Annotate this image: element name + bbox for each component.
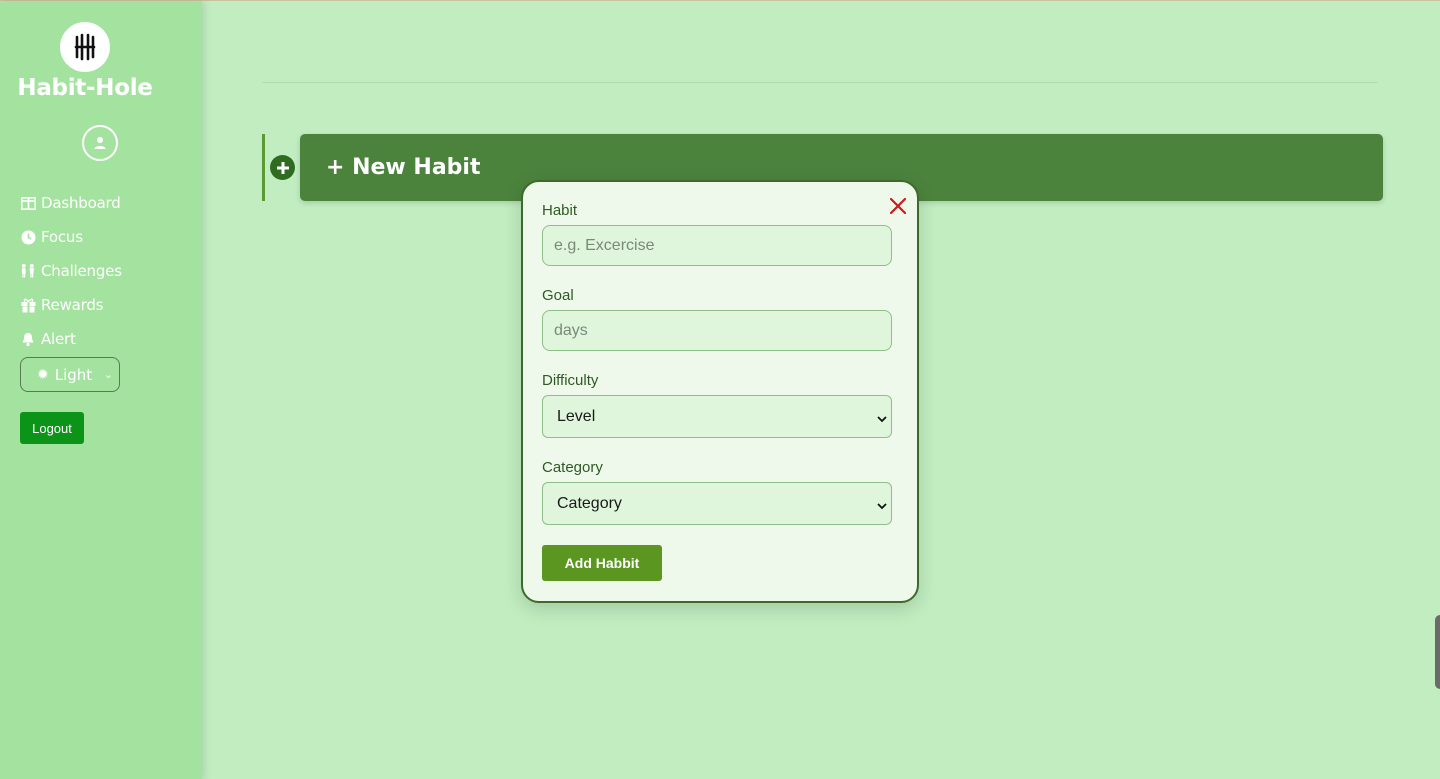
sidebar: Habit-Hole Dashboard Focus Challenges Re… bbox=[0, 1, 202, 779]
difficulty-select[interactable]: Level bbox=[542, 395, 892, 438]
header-divider bbox=[262, 82, 1378, 83]
sidebar-item-label: Challenges bbox=[41, 262, 122, 280]
category-label: Category bbox=[542, 459, 603, 476]
sidebar-item-focus[interactable]: Focus bbox=[20, 220, 122, 254]
add-habit-button[interactable]: Add Habbit bbox=[542, 545, 662, 581]
brand-name: Habit-Hole bbox=[17, 75, 153, 101]
new-habit-modal: Habit Goal Difficulty Level Category Cat… bbox=[521, 180, 919, 603]
sidebar-nav: Dashboard Focus Challenges Rewards Alert bbox=[20, 186, 122, 356]
habit-hole-logo-icon bbox=[60, 22, 110, 72]
scrollbar-handle[interactable] bbox=[1435, 615, 1440, 689]
clock-icon bbox=[20, 229, 36, 245]
chevron-down-icon bbox=[877, 498, 887, 510]
habit-input[interactable] bbox=[542, 225, 892, 266]
gift-icon bbox=[20, 297, 36, 313]
sun-icon: ✹ bbox=[37, 366, 49, 383]
dashboard-icon bbox=[20, 195, 36, 211]
logout-button[interactable]: Logout bbox=[20, 412, 84, 444]
sidebar-item-alert[interactable]: Alert bbox=[20, 322, 122, 356]
theme-selected-label: Light bbox=[54, 365, 93, 384]
close-icon[interactable] bbox=[888, 196, 908, 216]
habit-label: Habit bbox=[542, 202, 578, 219]
bell-icon bbox=[20, 331, 36, 347]
user-avatar-icon[interactable] bbox=[82, 125, 118, 161]
sidebar-item-label: Alert bbox=[41, 330, 76, 348]
accent-bar bbox=[262, 134, 265, 201]
category-selected-value: Category bbox=[557, 494, 622, 512]
sidebar-item-label: Rewards bbox=[41, 296, 104, 314]
difficulty-selected-value: Level bbox=[557, 407, 596, 425]
new-habit-label: + New Habit bbox=[326, 155, 481, 180]
sidebar-item-challenges[interactable]: Challenges bbox=[20, 254, 122, 288]
sidebar-item-rewards[interactable]: Rewards bbox=[20, 288, 122, 322]
category-select[interactable]: Category bbox=[542, 482, 892, 525]
chevron-down-icon bbox=[877, 411, 887, 423]
goal-label: Goal bbox=[542, 287, 574, 304]
sidebar-item-dashboard[interactable]: Dashboard bbox=[20, 186, 122, 220]
goal-input[interactable] bbox=[542, 310, 892, 351]
theme-select[interactable]: ✹ Light ⌄ bbox=[20, 357, 120, 392]
people-icon bbox=[20, 263, 36, 279]
difficulty-label: Difficulty bbox=[542, 372, 599, 389]
sidebar-item-label: Focus bbox=[41, 228, 83, 246]
sidebar-item-label: Dashboard bbox=[41, 194, 121, 212]
add-circle-icon[interactable] bbox=[270, 155, 295, 180]
chevron-down-icon: ⌄ bbox=[103, 368, 113, 381]
